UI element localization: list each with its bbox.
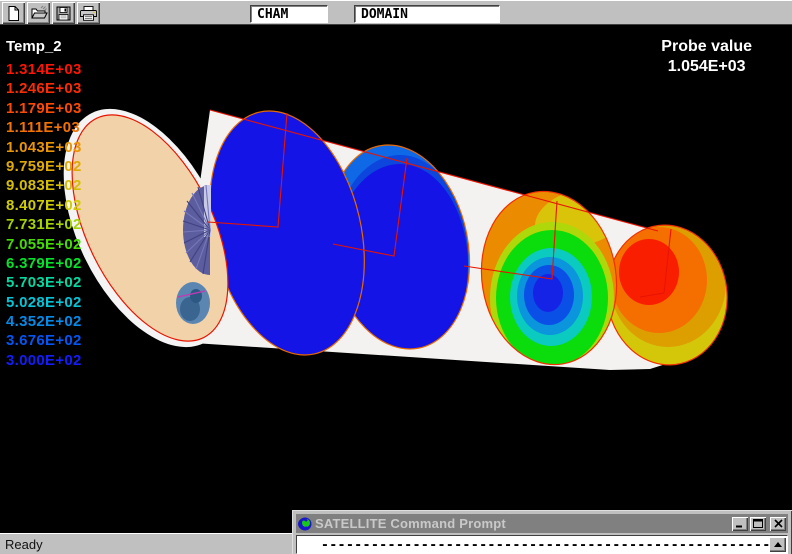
legend-entry: 3.676E+02 [6, 331, 82, 350]
legend-title: Temp_2 [6, 38, 82, 60]
scrollbar-up-button[interactable] [769, 537, 786, 552]
new-file-icon [5, 5, 22, 22]
legend-entry: 5.028E+02 [6, 293, 82, 312]
probe-label: Probe value [661, 37, 752, 57]
fuel-inlet [176, 282, 210, 324]
cham-field[interactable] [250, 5, 328, 23]
maximize-icon [753, 519, 763, 528]
phoenics-logo-icon [298, 517, 312, 531]
new-file-button[interactable] [2, 2, 25, 24]
legend-entry: 9.083E+02 [6, 176, 82, 195]
minimize-button[interactable] [732, 517, 748, 531]
minimize-icon [735, 519, 745, 528]
temperature-legend: Temp_2 1.314E+031.246E+031.179E+031.111E… [6, 38, 82, 370]
legend-entry: 9.759E+02 [6, 157, 82, 176]
legend-entry: 6.379E+02 [6, 254, 82, 273]
window-title: SATELLITE Command Prompt [315, 516, 730, 531]
scroll-up-arrow-icon [774, 542, 782, 547]
satellite-command-prompt-window: SATELLITE Command Prompt ---------------… [292, 510, 792, 554]
command-prompt-titlebar[interactable]: SATELLITE Command Prompt [296, 514, 788, 533]
save-button[interactable] [52, 2, 75, 24]
domain-field[interactable] [354, 5, 500, 23]
legend-entry: 1.043E+03 [6, 138, 82, 157]
legend-entry: 1.111E+03 [6, 118, 82, 137]
print-icon [79, 5, 98, 22]
command-prompt-output[interactable]: ----------------------------------------… [296, 535, 788, 554]
open-folder-icon [30, 5, 48, 22]
output-separator-line: ----------------------------------------… [321, 538, 787, 553]
legend-entry: 8.407E+02 [6, 196, 82, 215]
status-text: Ready [5, 537, 43, 552]
legend-entry: 1.246E+03 [6, 79, 82, 98]
close-button[interactable] [770, 517, 786, 531]
probe-value: 1.054E+03 [661, 57, 752, 77]
application-window: Temp_2 1.314E+031.246E+031.179E+031.111E… [0, 0, 792, 554]
legend-entry: 1.314E+03 [6, 60, 82, 79]
maximize-button[interactable] [750, 517, 766, 531]
close-icon [774, 519, 783, 528]
legend-entry: 1.179E+03 [6, 99, 82, 118]
viewport-3d[interactable]: Temp_2 1.314E+031.246E+031.179E+031.111E… [0, 25, 792, 533]
legend-entry: 3.000E+02 [6, 351, 82, 370]
print-button[interactable] [77, 2, 100, 24]
combustor-temperature-scene [0, 25, 792, 533]
save-icon [55, 5, 72, 22]
legend-entry: 7.731E+02 [6, 215, 82, 234]
legend-entry: 5.703E+02 [6, 273, 82, 292]
legend-entry: 4.352E+02 [6, 312, 82, 331]
toolbar [0, 0, 792, 25]
legend-entry: 7.055E+02 [6, 235, 82, 254]
open-file-button[interactable] [27, 2, 50, 24]
probe-readout: Probe value 1.054E+03 [661, 37, 752, 77]
